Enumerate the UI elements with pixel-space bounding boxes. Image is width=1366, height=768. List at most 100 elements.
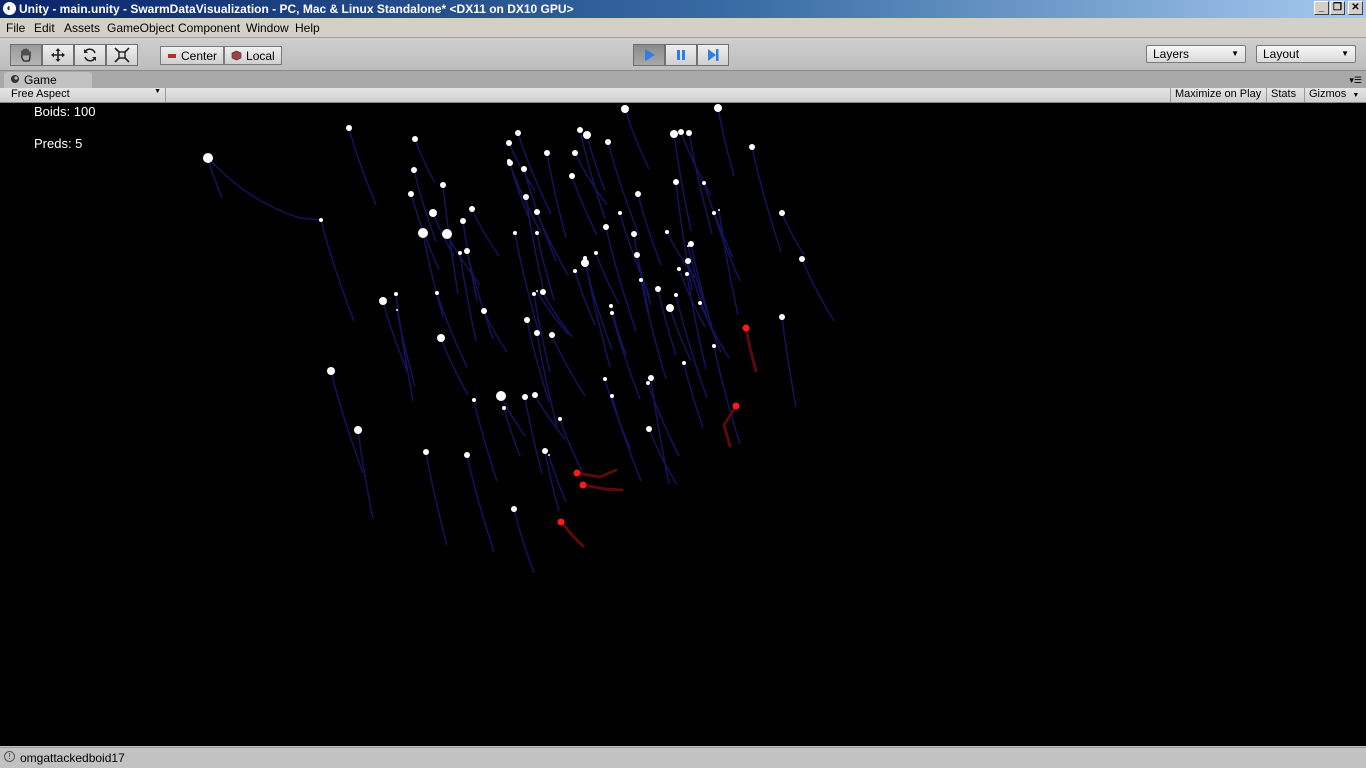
- boid: [542, 448, 548, 454]
- boid: [779, 210, 785, 216]
- boid-trail: [607, 141, 640, 236]
- menu-component[interactable]: Component: [178, 21, 240, 35]
- boid: [437, 334, 445, 342]
- boid-trail: [425, 451, 448, 546]
- rotate-tool-button[interactable]: [74, 44, 106, 66]
- boid: [665, 230, 669, 234]
- status-message[interactable]: omgattackedboid17: [20, 751, 125, 765]
- boid: [327, 367, 335, 375]
- boid-trail: [414, 138, 436, 184]
- boid: [799, 256, 805, 262]
- rotate-icon: [84, 48, 96, 62]
- menu-help[interactable]: Help: [295, 21, 320, 35]
- boid: [558, 417, 562, 421]
- boid-trail: [648, 428, 678, 486]
- layout-dropdown[interactable]: Layout ▼: [1256, 45, 1356, 63]
- pause-button[interactable]: [665, 44, 697, 66]
- menu-window[interactable]: Window: [246, 21, 289, 35]
- boid: [523, 194, 529, 200]
- boid-trail: [500, 395, 526, 437]
- boid-trail: [781, 212, 805, 256]
- step-button[interactable]: [697, 44, 729, 66]
- boid-trail: [471, 208, 500, 257]
- boid-trail: [718, 209, 739, 316]
- boid: [646, 426, 652, 432]
- stats-toggle[interactable]: Stats: [1266, 88, 1300, 102]
- game-viewport[interactable]: Boids: 100 Preds: 5: [0, 103, 1366, 746]
- boid-trail: [330, 370, 364, 474]
- boid: [639, 278, 643, 282]
- boid: [394, 292, 398, 296]
- pivot-center-label: Center: [181, 48, 218, 63]
- restore-button[interactable]: ❐: [1330, 1, 1345, 15]
- play-button[interactable]: [633, 44, 665, 66]
- boid: [442, 229, 452, 239]
- boid: [396, 309, 398, 311]
- boid: [423, 449, 429, 455]
- layers-dropdown[interactable]: Layers ▼: [1146, 45, 1246, 63]
- chevron-down-icon: ▼: [154, 88, 161, 95]
- boid: [648, 375, 654, 381]
- boid-trail: [436, 292, 468, 368]
- boid: [346, 125, 352, 131]
- boid-trail: [382, 300, 408, 372]
- boid: [532, 292, 536, 296]
- pivot-center-button[interactable]: Center: [160, 46, 225, 65]
- boid-trail: [717, 107, 735, 177]
- menu-edit[interactable]: Edit: [34, 21, 55, 35]
- scale-tool-button[interactable]: [106, 44, 138, 66]
- boid: [666, 304, 674, 312]
- boid: [515, 130, 521, 136]
- aspect-dropdown[interactable]: Free Aspect ▼: [5, 88, 166, 102]
- boid-trail: [548, 454, 567, 503]
- boid: [511, 506, 517, 512]
- boid-trail: [396, 309, 416, 387]
- boid-trail: [683, 362, 704, 429]
- boid: [569, 173, 575, 179]
- boid-trail: [207, 157, 223, 199]
- layout-label: Layout: [1263, 47, 1300, 61]
- boid: [702, 181, 706, 185]
- boid: [583, 131, 591, 139]
- layers-label: Layers: [1153, 47, 1190, 61]
- boid: [646, 381, 650, 385]
- boid: [203, 153, 213, 163]
- close-button[interactable]: ✕: [1348, 1, 1363, 15]
- boid-trail: [801, 258, 835, 322]
- chevron-down-icon: ▼: [1352, 92, 1360, 99]
- tab-bar: Game ▾☰: [0, 71, 1366, 88]
- move-tool-button[interactable]: [42, 44, 74, 66]
- tab-menu-icon[interactable]: ▾☰: [1349, 75, 1362, 86]
- minimize-button[interactable]: _: [1314, 1, 1329, 15]
- boid: [464, 452, 470, 458]
- pivot-local-button[interactable]: Local: [224, 46, 282, 65]
- maximize-on-play-toggle[interactable]: Maximize on Play: [1170, 88, 1265, 102]
- boid: [502, 406, 506, 410]
- boid: [712, 211, 716, 215]
- predator-trail: [744, 326, 758, 373]
- boid-trail: [440, 337, 469, 396]
- gizmos-dropdown[interactable]: Gizmos ▼: [1304, 88, 1366, 102]
- boid: [469, 206, 475, 212]
- boid: [603, 224, 609, 230]
- boid-trail: [605, 226, 637, 332]
- menu-assets[interactable]: Assets: [64, 21, 100, 35]
- boid: [534, 209, 540, 215]
- boid: [605, 139, 611, 145]
- menu-file[interactable]: File: [6, 21, 25, 35]
- menu-gameobject[interactable]: GameObject: [107, 21, 174, 35]
- boid: [549, 332, 555, 338]
- boid: [610, 311, 614, 315]
- boid-trail: [781, 316, 797, 408]
- tab-game[interactable]: Game: [4, 72, 92, 88]
- boid-trail: [536, 332, 558, 428]
- hand-tool-button[interactable]: [10, 44, 42, 66]
- boid: [506, 140, 512, 146]
- boid: [779, 314, 785, 320]
- boid: [631, 231, 637, 237]
- boid: [685, 258, 691, 264]
- game-view-toolbar: Free Aspect ▼ Maximize on Play Stats Giz…: [0, 88, 1366, 103]
- chevron-down-icon: ▼: [1231, 49, 1239, 58]
- boid-trail: [551, 334, 586, 397]
- boid: [408, 191, 414, 197]
